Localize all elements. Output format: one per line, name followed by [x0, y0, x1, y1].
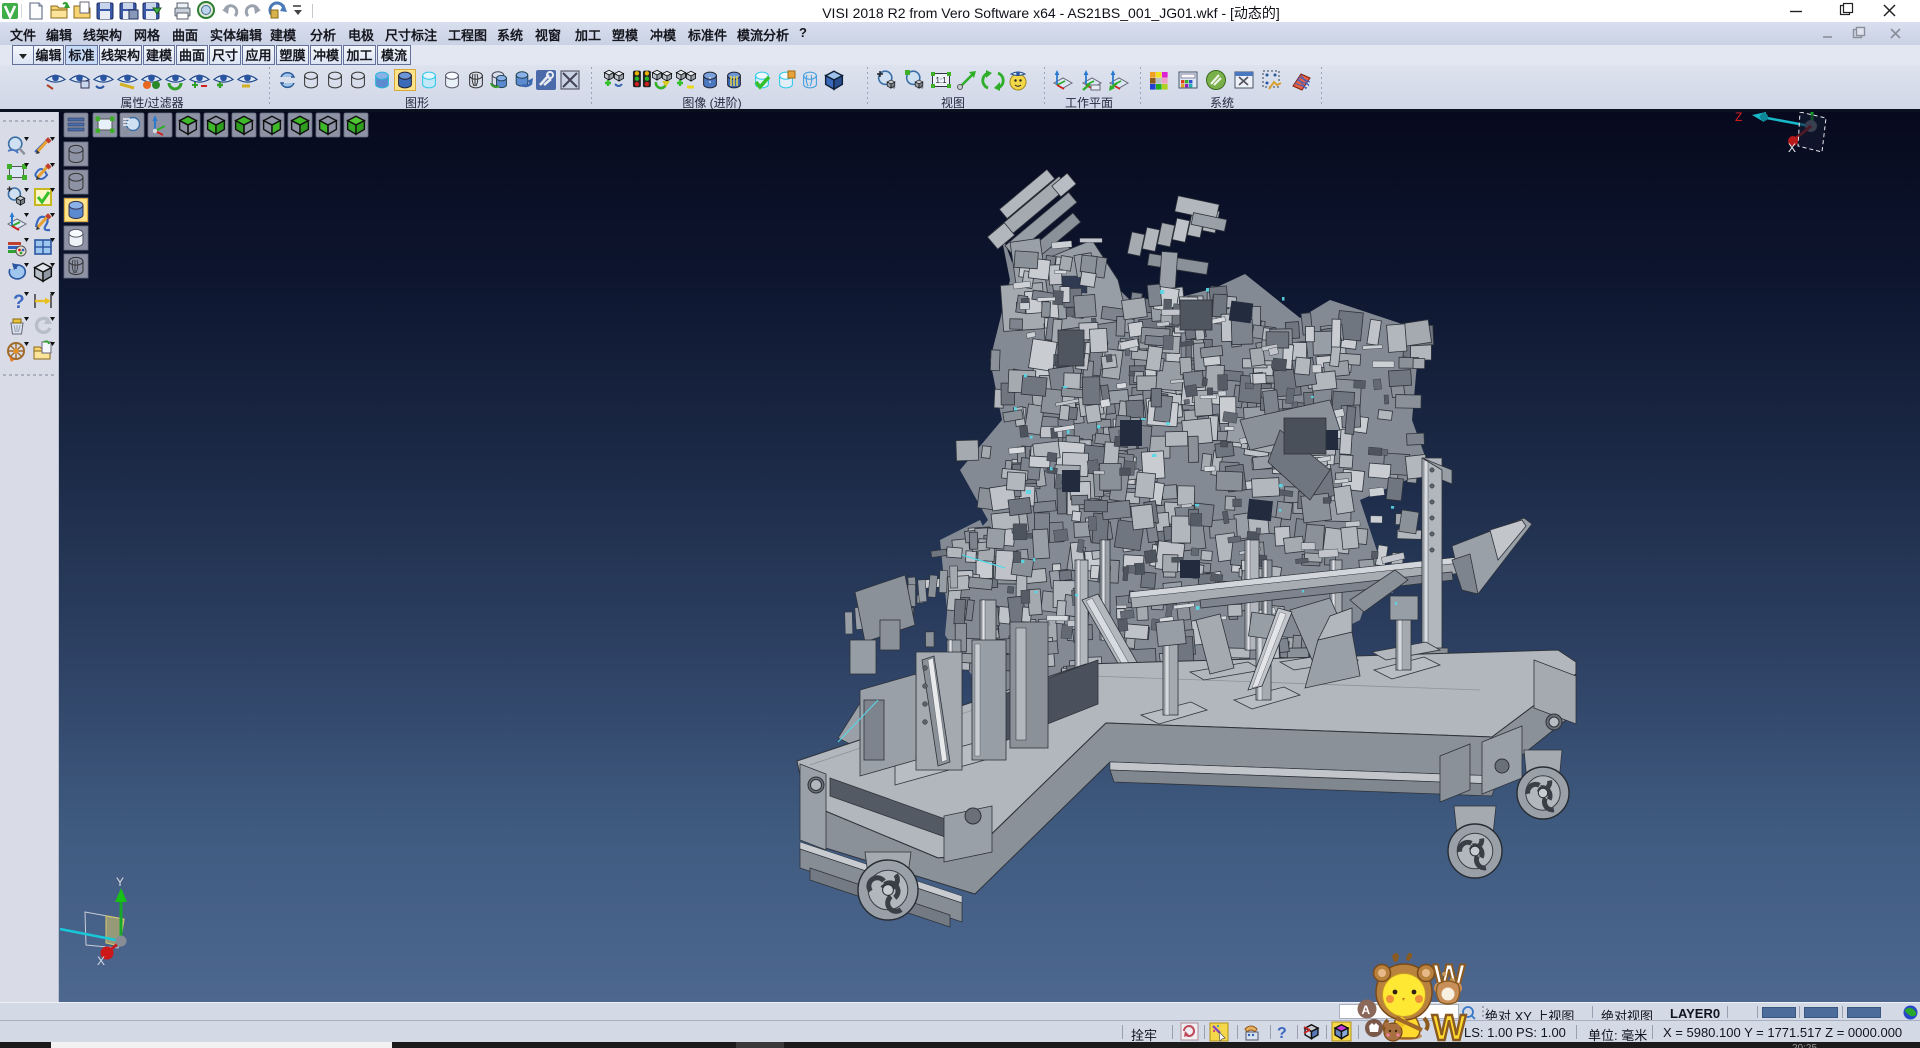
svg-text:Z: Z: [1735, 112, 1742, 124]
svg-text:1:1: 1:1: [935, 76, 947, 85]
svg-text:W: W: [1432, 1007, 1466, 1042]
svg-text:X: X: [1788, 141, 1796, 155]
svg-text:?: ?: [1277, 1025, 1287, 1042]
svg-text:X: X: [97, 954, 105, 968]
svg-text:?: ?: [13, 292, 25, 313]
svg-text:A: A: [1362, 1003, 1371, 1017]
svg-text:Y: Y: [116, 875, 124, 889]
